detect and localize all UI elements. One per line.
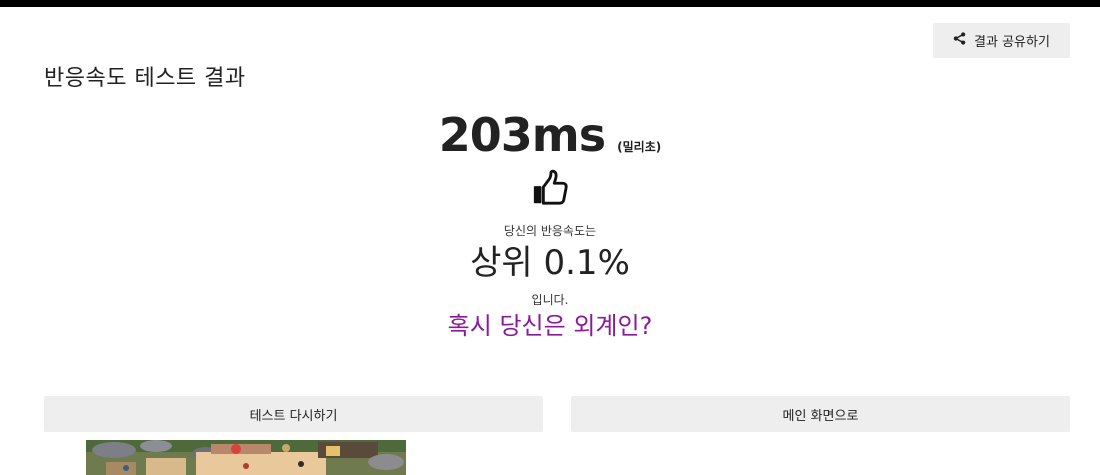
- page-title: 반응속도 테스트 결과: [44, 66, 246, 91]
- reaction-time: 203ms (밀리초): [0, 108, 1100, 164]
- main-screen-button[interactable]: 메인 화면으로: [571, 396, 1070, 432]
- main-screen-label: 메인 화면으로: [782, 408, 859, 424]
- reaction-time-value: 203ms: [438, 108, 606, 162]
- result-icon-wrap: [0, 168, 1100, 212]
- share-result-button[interactable]: 결과 공유하기: [933, 23, 1070, 58]
- result-desc-post: 입니다.: [531, 293, 569, 307]
- retry-test-label: 테스트 다시하기: [249, 408, 338, 424]
- game-banner-image[interactable]: [86, 440, 406, 475]
- result-desc-pre: 당신의 반응속도는: [503, 224, 597, 238]
- top-bar: [0, 0, 1100, 7]
- result-block: 203ms (밀리초) 당신의 반응속도는 상위 0.1% 입니다. 혹시 당신…: [0, 108, 1100, 342]
- thumbs-up-icon: [531, 169, 569, 211]
- result-rank: 상위 0.1%: [470, 243, 630, 283]
- share-result-label: 결과 공유하기: [974, 35, 1050, 50]
- reaction-time-unit: (밀리초): [617, 140, 662, 154]
- retry-test-button[interactable]: 테스트 다시하기: [44, 396, 543, 432]
- share-icon: [953, 32, 966, 49]
- result-comment: 혹시 당신은 외계인?: [447, 312, 653, 340]
